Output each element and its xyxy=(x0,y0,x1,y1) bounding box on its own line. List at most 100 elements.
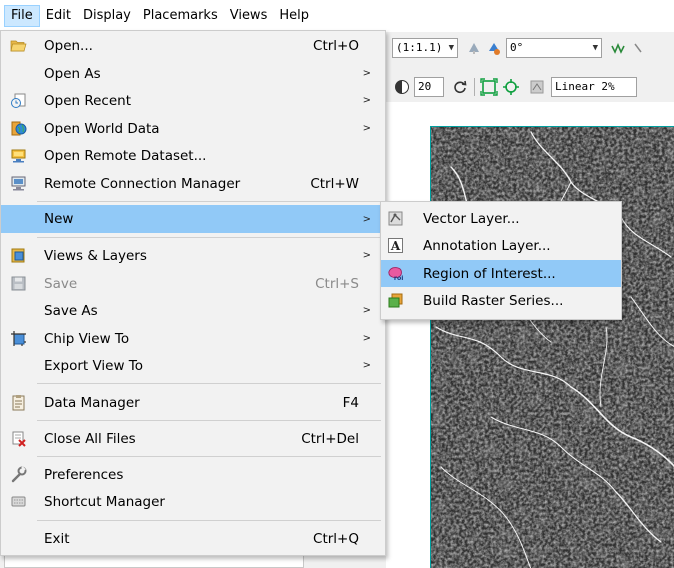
menu-shortcut: Ctrl+Del xyxy=(301,430,359,447)
annotation-layer-icon: A xyxy=(387,237,404,254)
stretch-icon[interactable] xyxy=(527,77,547,97)
menu-item-chip-view-to[interactable]: Chip View To > xyxy=(1,325,385,352)
save-icon xyxy=(10,275,27,292)
menu-item-label: Shortcut Manager xyxy=(44,493,165,510)
menu-item-region-of-interest[interactable]: roi Region of Interest... xyxy=(381,260,621,287)
menu-item-new[interactable]: New > xyxy=(1,205,385,233)
folder-open-icon xyxy=(10,37,27,54)
views-layers-icon xyxy=(10,247,27,264)
menu-item-remote-connection-manager[interactable]: Remote Connection Manager Ctrl+W xyxy=(1,170,385,197)
remote-connection-icon xyxy=(10,175,27,192)
menu-item-shortcut-manager[interactable]: Shortcut Manager xyxy=(1,488,385,515)
stretch-select[interactable]: Linear 2% xyxy=(551,77,637,97)
terrain-image xyxy=(431,127,674,568)
toolbar: (1:1.1) ▼ 0° ▼ 20 Linear 2% xyxy=(386,32,674,102)
menu-item-save-as[interactable]: Save As > xyxy=(1,297,385,324)
rotate-north-icon[interactable] xyxy=(464,38,484,58)
menu-item-close-all-files[interactable]: Close All Files Ctrl+Del xyxy=(1,425,385,452)
raster-series-icon xyxy=(387,292,404,309)
menu-item-open-as[interactable]: Open As > xyxy=(1,60,385,87)
menu-separator xyxy=(37,383,381,384)
menu-item-preferences[interactable]: Preferences xyxy=(1,461,385,488)
stretch-value: Linear 2% xyxy=(555,80,615,93)
menu-item-label: Save As xyxy=(44,302,98,319)
menu-item-build-raster-series[interactable]: Build Raster Series... xyxy=(381,287,621,314)
close-files-icon xyxy=(10,430,27,447)
menu-item-label: Region of Interest... xyxy=(423,265,556,282)
brightness-input[interactable]: 20 xyxy=(414,77,444,97)
elevation-icon[interactable] xyxy=(608,38,628,58)
new-submenu: Vector Layer... A Annotation Layer... ro… xyxy=(380,201,622,320)
menu-help[interactable]: Help xyxy=(273,5,315,27)
zoom-select[interactable]: (1:1.1) ▼ xyxy=(392,38,458,58)
menu-item-label: Preferences xyxy=(44,466,124,483)
fit-extent-icon[interactable] xyxy=(479,77,499,97)
menu-item-label: Remote Connection Manager xyxy=(44,175,241,192)
menu-item-open-remote-dataset[interactable]: Open Remote Dataset... xyxy=(1,142,385,169)
menu-item-label: Build Raster Series... xyxy=(423,292,564,309)
menu-item-label: Exit xyxy=(44,530,70,547)
submenu-arrow-icon: > xyxy=(362,213,371,225)
menu-item-export-view-to[interactable]: Export View To > xyxy=(1,352,385,379)
chevron-down-icon: ▼ xyxy=(592,43,598,53)
chevron-down-icon: ▼ xyxy=(448,43,454,53)
menu-display[interactable]: Display xyxy=(77,5,137,27)
submenu-arrow-icon: > xyxy=(362,360,371,371)
menu-item-vector-layer[interactable]: Vector Layer... xyxy=(381,205,621,232)
rotation-select[interactable]: 0° ▼ xyxy=(506,38,602,58)
menu-item-views-layers[interactable]: Views & Layers > xyxy=(1,242,385,269)
refresh-icon[interactable] xyxy=(450,77,470,97)
zoom-center-icon[interactable] xyxy=(501,77,521,97)
menu-item-open[interactable]: Open... Ctrl+O xyxy=(1,32,385,59)
menu-item-save[interactable]: Save Ctrl+S xyxy=(1,270,385,297)
menu-item-label: Export View To xyxy=(44,357,144,374)
toolbar-divider xyxy=(474,78,475,96)
menu-shortcut: Ctrl+W xyxy=(310,175,359,192)
menu-shortcut: Ctrl+O xyxy=(313,37,359,54)
submenu-arrow-icon: > xyxy=(362,68,371,79)
world-data-icon xyxy=(10,120,27,137)
menu-item-open-world-data[interactable]: Open World Data > xyxy=(1,115,385,142)
toolbar-row-2: 20 Linear 2% xyxy=(386,75,637,99)
menu-shortcut: Ctrl+Q xyxy=(313,530,359,547)
menu-shortcut: Ctrl+S xyxy=(315,275,359,292)
preferences-icon xyxy=(10,466,27,483)
submenu-arrow-icon: > xyxy=(362,250,371,261)
rotate-up-icon[interactable] xyxy=(484,38,504,58)
menu-item-label: New xyxy=(44,211,74,227)
contrast-icon[interactable] xyxy=(392,77,412,97)
menu-views[interactable]: Views xyxy=(224,5,274,27)
satellite-image[interactable] xyxy=(430,126,674,568)
menu-placemarks[interactable]: Placemarks xyxy=(137,5,224,27)
toolbar-row-1: (1:1.1) ▼ 0° ▼ xyxy=(386,36,648,60)
submenu-arrow-icon: > xyxy=(362,123,371,134)
roi-icon: roi xyxy=(387,265,404,282)
menu-item-label: Open Remote Dataset... xyxy=(44,147,207,164)
menu-item-label: Views & Layers xyxy=(44,247,147,264)
menu-item-open-recent[interactable]: Open Recent > xyxy=(1,87,385,114)
overflow-icon[interactable] xyxy=(628,38,648,58)
vector-layer-icon xyxy=(387,210,404,227)
submenu-arrow-icon: > xyxy=(362,305,371,316)
menu-item-label: Vector Layer... xyxy=(423,210,520,227)
menu-item-data-manager[interactable]: Data Manager F4 xyxy=(1,389,385,416)
remote-dataset-icon xyxy=(10,147,27,164)
menu-item-label: Open World Data xyxy=(44,120,160,137)
menu-item-annotation-layer[interactable]: A Annotation Layer... xyxy=(381,232,621,259)
menu-file[interactable]: File xyxy=(4,5,40,27)
submenu-arrow-icon: > xyxy=(362,333,371,344)
menu-separator xyxy=(37,201,381,202)
menu-item-exit[interactable]: Exit Ctrl+Q xyxy=(1,525,385,552)
menu-item-label: Save xyxy=(44,275,78,292)
recent-files-icon xyxy=(10,92,27,109)
menu-bar: File Edit Display Placemarks Views Help xyxy=(0,0,674,32)
menu-separator xyxy=(37,237,381,238)
zoom-value: (1:1.1) xyxy=(396,41,443,54)
menu-shortcut: F4 xyxy=(342,394,359,411)
menu-item-label: Data Manager xyxy=(44,394,140,411)
data-manager-icon xyxy=(10,394,27,411)
keyboard-icon xyxy=(10,493,27,510)
file-menu: Open... Ctrl+O Open As > Open Recent > O… xyxy=(0,30,386,556)
menu-edit[interactable]: Edit xyxy=(40,5,77,27)
roi-icon-label: roi xyxy=(394,275,404,282)
